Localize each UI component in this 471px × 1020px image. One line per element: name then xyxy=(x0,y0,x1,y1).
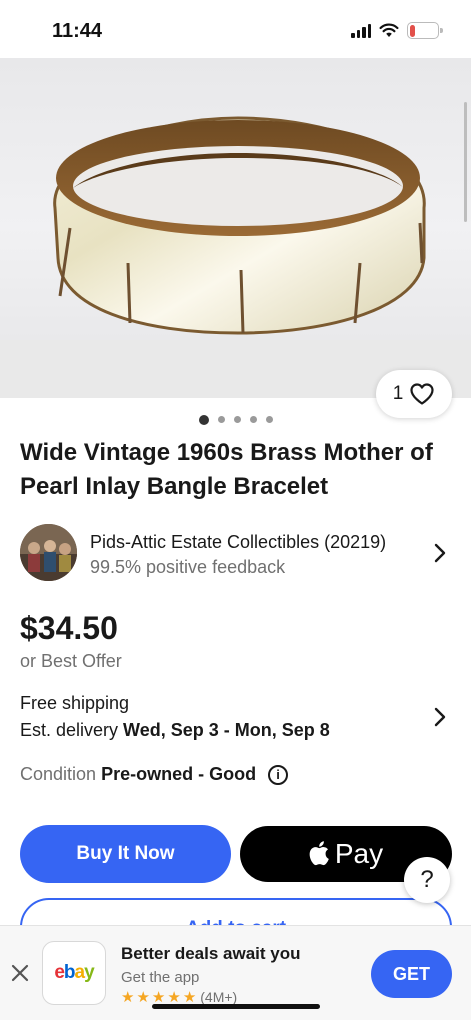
seller-avatar xyxy=(20,524,77,581)
condition-value: Pre-owned - Good xyxy=(101,764,257,784)
status-icons: 17 xyxy=(351,22,443,39)
chevron-right-icon xyxy=(434,707,446,727)
shipping-cost: Free shipping xyxy=(20,693,130,713)
wifi-icon xyxy=(379,23,399,37)
condition-label: Condition xyxy=(20,764,97,784)
pagination-dot[interactable] xyxy=(198,414,209,425)
close-icon[interactable] xyxy=(10,963,30,983)
pagination-dot[interactable] xyxy=(217,416,225,423)
scroll-indicator xyxy=(464,102,467,222)
bangle-bracelet-image xyxy=(53,116,426,335)
app-rating: ★ ★ ★ ★ ★ (4M+) xyxy=(121,989,237,1005)
star-icon: ★ xyxy=(136,988,150,1006)
pagination-dot[interactable] xyxy=(249,416,257,423)
heart-icon xyxy=(410,383,434,405)
image-pagination-dots[interactable] xyxy=(0,414,471,425)
pagination-dot[interactable] xyxy=(233,416,241,423)
battery-percent: 17 xyxy=(416,24,430,37)
watch-count: 1 xyxy=(392,383,404,404)
help-button[interactable]: ? xyxy=(404,857,450,903)
star-icon: ★ xyxy=(151,988,166,1006)
home-indicator xyxy=(152,1004,320,1009)
pagination-dot[interactable] xyxy=(265,416,273,423)
star-icon: ★ xyxy=(121,988,135,1006)
shipping-row[interactable]: Free shipping Est. delivery Wed, Sep 3 -… xyxy=(20,693,460,743)
seller-name: Pids-Attic Estate Collectibles (20219) xyxy=(90,532,387,552)
buy-it-now-button[interactable]: Buy It Now xyxy=(20,825,231,883)
rating-count: (4M+) xyxy=(200,989,238,1005)
battery-level xyxy=(409,24,415,37)
seller-feedback: 99.5% positive feedback xyxy=(90,557,286,577)
delivery-estimate: Est. delivery Wed, Sep 3 - Mon, Sep 8 xyxy=(20,720,330,740)
seller-row[interactable]: Pids-Attic Estate Collectibles (20219) 9… xyxy=(20,524,460,581)
banner-subtitle: Get the app xyxy=(121,969,200,986)
banner-title: Better deals await you xyxy=(121,944,301,963)
product-image[interactable] xyxy=(0,58,471,398)
status-bar: 11:44 17 xyxy=(0,0,471,58)
best-offer-label: or Best Offer xyxy=(20,651,122,671)
star-icon: ★ xyxy=(182,988,197,1006)
chevron-right-icon xyxy=(434,543,446,563)
cellular-signal-icon xyxy=(351,23,371,38)
apple-pay-label: Pay xyxy=(334,838,384,869)
battery-icon: 17 xyxy=(407,22,443,39)
star-icon: ★ xyxy=(167,988,181,1006)
price: $34.50 xyxy=(20,610,118,646)
ebay-logo: ebay xyxy=(42,941,106,1005)
apple-logo-icon xyxy=(309,841,329,866)
info-icon[interactable]: i xyxy=(268,764,289,785)
get-app-button[interactable]: GET xyxy=(371,950,452,998)
watch-button[interactable]: 1 xyxy=(376,370,452,418)
delivery-dates: Wed, Sep 3 - Mon, Sep 8 xyxy=(123,720,330,740)
status-time: 11:44 xyxy=(52,20,103,42)
condition-row: Condition Pre-owned - Good i xyxy=(20,764,289,785)
listing-title: Wide Vintage 1960s Brass Mother of Pearl… xyxy=(20,439,433,500)
